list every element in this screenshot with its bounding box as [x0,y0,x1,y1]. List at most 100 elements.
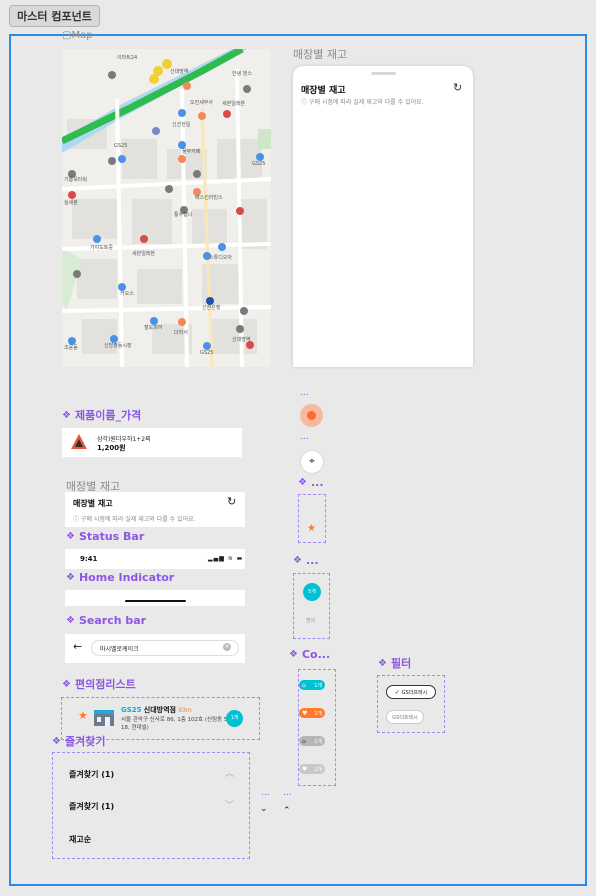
store-title[interactable]: GS25 신대방역점 93m [121,705,192,715]
svg-text:GS25: GS25 [252,161,265,167]
stock-panel-note: ⓘ 구매 시점에 따라 실제 재고와 다를 수 있어요. [301,99,424,106]
favorites-comp-title: ❖ 즐겨찾기 [52,735,106,748]
svg-text:신선한일: 신선한일 [172,121,191,128]
stock-count-badge: 1개 [226,710,243,727]
marker-comp-group: 5개 편의 [293,573,330,639]
star-icon[interactable]: ★ [78,709,88,722]
svg-text:카오스: 카오스 [120,290,134,297]
sort-by-stock[interactable]: 재고순 [69,834,91,845]
svg-text:스튜디오아: 스튜디오아 [209,254,232,261]
chip-heart-on[interactable]: ♥ 1개 [299,708,325,718]
comp-title-2: ❖... [293,554,319,567]
comp-title-3: ❖ Co... [289,648,331,661]
chevron-up-icon[interactable]: ⌃ [283,806,291,816]
clear-icon[interactable]: × [223,643,231,651]
svg-text:통수합니: 통수합니 [174,211,192,218]
product-name: 삼각)원더우하1+2찌 [97,436,151,443]
svg-text:신대방역: 신대방역 [232,336,250,343]
chip-comp-group: ⌂ 1개 ♥ 1개 ⌂ 1개 ♥ 1개 [298,669,336,786]
dots-label: ... [300,388,309,398]
drag-handle[interactable] [371,72,396,75]
status-bar-comp-title: ❖ Status Bar [66,530,145,543]
svg-text:신한은행: 신한은행 [202,304,221,311]
tab-label: 마스터 컴포넌트 [17,10,92,23]
favorites-item-2[interactable]: 즐겨찾기 (1) [69,801,114,812]
map-label: ▢Map [62,30,93,41]
svg-text:신대방역: 신대방역 [170,68,188,75]
map-graphic: 이마트24신대방역 안녕 덴스 오진세무사 세븐일레븐신선한일 GS25GS25기룡… [62,49,271,367]
stock-small-note: ⓘ 구매 시점에 따라 실제 재고와 다를 수 있어요. [73,516,196,523]
store-brand: GS25 [121,706,142,714]
stock-panel-label: 매장별 재고 [293,48,348,61]
store-distance: 93m [178,707,192,714]
chip-store-off[interactable]: ⌂ 1개 [299,736,325,746]
check-icon: ✓ [394,688,400,696]
home-indicator[interactable] [125,600,186,602]
locate-me-button[interactable]: ⌖ [301,451,323,473]
dots-label: ... [283,788,292,798]
svg-text:세븐일레븐: 세븐일레븐 [132,250,155,257]
product-price: 1,200원 [97,444,126,452]
home-indicator-bar [65,590,245,606]
svg-text:가야도토중: 가야도토중 [90,244,113,251]
dots-label: ... [300,432,309,442]
comp-title-1: ❖... [298,476,324,489]
refresh-icon[interactable]: ↻ [227,495,236,508]
status-bar: 9:41 ▂▄▆ ≋ ▬ [65,549,245,569]
svg-text:물무카페: 물무카페 [182,148,201,155]
chip-store-on[interactable]: ⌂ 1개 [299,680,325,690]
home-indicator-comp-title: ❖ Home Indicator [66,571,175,584]
product-card[interactable]: 삼각)원더우하1+2찌 1,200원 [62,428,242,457]
svg-text:더마서: 더마서 [174,329,188,336]
status-time: 9:41 [80,555,98,563]
stock-small-card: 매장별 재고 ↻ ⓘ 구매 시점에 따라 실제 재고와 다를 수 있어요. [65,492,245,527]
chevron-down-icon[interactable]: ⌄ [260,804,268,814]
refresh-icon[interactable]: ↻ [453,81,462,94]
svg-text:오진세무사: 오진세무사 [190,99,213,106]
svg-text:세븐일레븐: 세븐일레븐 [222,100,245,107]
svg-text:철도피어: 철도피어 [144,324,162,331]
map-view[interactable]: 이마트24 신대방역 안녕 덴스 오진세무사 세븐일레븐 신선한일 GS25 GS25 기룡… [62,49,271,367]
product-thumbnail [71,434,87,449]
svg-text:안녕 덴스: 안녕 덴스 [232,70,252,77]
filter-group: ✓ GS더프레시 GS더프레시 [377,675,445,733]
stock-small-title: 매장별 재고 [73,499,113,508]
search-bar: ← 마시멜로케이크 × [65,634,245,663]
store-marker[interactable]: 5개 [303,583,321,601]
svg-text:이마트24: 이마트24 [117,54,137,61]
svg-text:GS25: GS25 [114,143,127,149]
star-icon[interactable]: ★ [307,523,316,534]
svg-text:GS25: GS25 [200,350,213,356]
search-input[interactable]: 마시멜로케이크 × [91,640,239,656]
chevron-down-icon[interactable]: ﹀ [225,798,234,811]
filter-chip-selected[interactable]: ✓ GS더프레시 [386,685,436,699]
svg-text:기룡옥타워: 기룡옥타워 [64,176,87,183]
store-address: 서울 관악구 신사로 86, 1층 102호 (신림동 518-18, 현대빌) [121,717,237,731]
search-query: 마시멜로케이크 [100,646,139,653]
dots-label: ... [261,788,270,798]
stock-panel-title: 매장별 재고 [301,86,346,96]
star-comp-group: ★ [298,494,326,543]
back-arrow-icon[interactable]: ← [73,640,82,653]
filter-chip[interactable]: GS더프레시 [386,710,424,724]
search-bar-comp-title: ❖ Search bar [66,614,147,627]
svg-text:조윤동: 조윤동 [64,345,78,351]
master-component-tab[interactable]: 마스터 컴포넌트 [9,5,100,27]
svg-text:베스킨라빈스: 베스킨라빈스 [195,194,223,201]
signal-wifi-battery-icon: ▂▄▆ ≋ ▬ [208,555,244,562]
stock-panel [293,66,473,367]
svg-text:실세분: 실세분 [64,199,78,206]
store-name: 신대방역점 [143,706,176,714]
location-dot [307,411,316,420]
store-building-icon [94,710,114,726]
product-comp-title: ❖ 제품이름_가격 [62,409,142,422]
favorites-item-1[interactable]: 즐겨찾기 (1) [69,769,114,780]
marker-label: 편의 [306,618,316,624]
filter-comp-title: ❖ 필터 [378,657,412,670]
favorites-group: 즐겨찾기 (1) ︿ 즐겨찾기 (1) ﹀ 재고순 [52,752,250,859]
chevron-up-icon[interactable]: ︿ [225,766,234,779]
store-list-comp-title: ❖ 편의점리스트 [62,678,136,691]
current-location-marker [300,404,323,427]
chip-heart-off[interactable]: ♥ 1개 [299,764,325,774]
svg-text:신방출동시장: 신방출동시장 [104,342,132,349]
